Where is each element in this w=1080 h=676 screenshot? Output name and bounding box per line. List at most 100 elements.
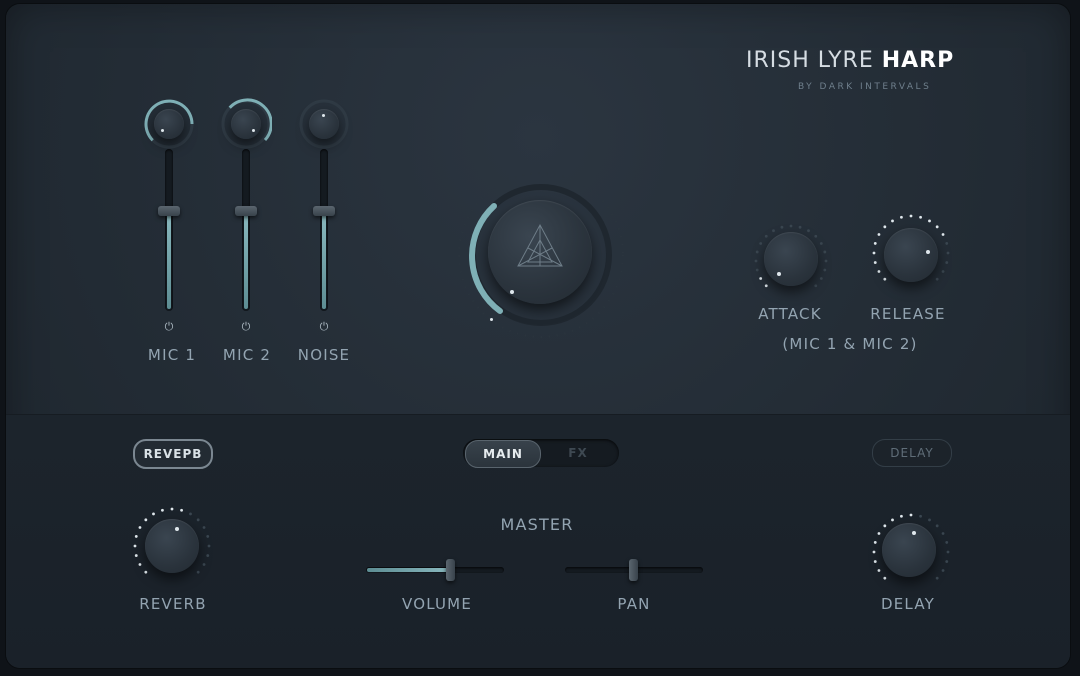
- reverbTicks-dot: [138, 526, 142, 529]
- title-light: IRISH LYRE: [746, 48, 874, 73]
- releaseTicks-dot: [891, 219, 894, 223]
- delayTicks-dot: [928, 518, 931, 522]
- noise-pan-knob[interactable]: [309, 109, 339, 139]
- releaseTicks-dot: [909, 214, 913, 218]
- delay-toggle-button[interactable]: DELAY: [872, 439, 952, 467]
- title-bold: HARP: [881, 48, 955, 73]
- main-knob[interactable]: [488, 200, 592, 304]
- releaseTicks-dot: [941, 270, 945, 273]
- mic2-fader-track[interactable]: [242, 149, 250, 311]
- delayTicks-dot: [945, 541, 949, 544]
- delayTicks-dot: [883, 524, 887, 528]
- noise-fader-handle[interactable]: [313, 206, 335, 216]
- mic1-pan-knob[interactable]: [154, 109, 184, 139]
- reverbTicks-dot: [161, 508, 164, 512]
- attackTicks-dot: [780, 225, 784, 229]
- releaseTicks-dot: [945, 242, 949, 245]
- releaseTicks-dot: [873, 261, 877, 264]
- release-knob[interactable]: [884, 228, 938, 282]
- releaseTicks-dot: [919, 215, 922, 219]
- mic1-label: MIC 1: [147, 346, 197, 364]
- reverbTicks-dot: [189, 512, 192, 516]
- reverbTicks-dot: [206, 535, 210, 538]
- attackTicks-dot: [754, 259, 758, 263]
- delayTicks-dot: [891, 518, 894, 522]
- delayTicks-dot: [883, 576, 887, 580]
- reverbTicks-dot: [134, 554, 138, 557]
- volume-label: VOLUME: [401, 595, 473, 613]
- triangle-logo-icon: [517, 223, 563, 267]
- mic1-fader-handle[interactable]: [158, 206, 180, 216]
- reverbTicks-dot: [144, 570, 148, 574]
- reverb-toggle-button[interactable]: REVEРB: [133, 439, 213, 469]
- delayTicks-dot: [941, 532, 945, 535]
- noise-fader-track[interactable]: [320, 149, 328, 311]
- attackTicks-dot: [789, 224, 793, 228]
- mic1-power-icon[interactable]: ⏻: [165, 320, 174, 334]
- lower-section: REVEРB MAIN FX DELAY REVERB MASTER VOLUM…: [6, 414, 1070, 668]
- envelope-scope-label: (MIC 1 & MIC 2): [782, 335, 918, 353]
- reverbTicks-dot: [202, 526, 206, 529]
- attack-label: ATTACK: [758, 305, 822, 323]
- attackTicks-dot: [764, 284, 768, 288]
- releaseTicks-dot: [935, 277, 939, 281]
- releaseTicks-dot: [935, 225, 939, 229]
- releaseTicks-dot: [883, 277, 887, 281]
- attackTicks-dot: [819, 242, 823, 245]
- reverbTicks-dot: [134, 535, 138, 538]
- attackTicks-dot: [759, 242, 763, 245]
- delayTicks-dot: [941, 569, 945, 572]
- reverbTicks-dot: [144, 518, 148, 522]
- attackTicks-dot: [798, 225, 802, 229]
- releaseTicks-dot: [928, 219, 931, 223]
- releaseTicks-dot: [945, 261, 949, 264]
- attackTicks-dot: [823, 268, 827, 272]
- releaseTicks-dot: [877, 270, 881, 273]
- reverbTicks-dot: [138, 563, 142, 566]
- attack-knob[interactable]: [764, 232, 818, 286]
- delayTicks-dot: [919, 514, 922, 518]
- volume-slider-handle[interactable]: [446, 559, 455, 581]
- releaseTicks-dot: [872, 251, 876, 255]
- attackTicks-dot: [814, 284, 818, 288]
- delayTicks-dot: [909, 513, 913, 517]
- delayTicks-dot: [877, 569, 881, 572]
- mic1-fader-track[interactable]: [165, 149, 173, 311]
- releaseTicks-dot: [900, 215, 903, 219]
- master-label: MASTER: [500, 515, 574, 534]
- reverbTicks-dot: [206, 554, 210, 557]
- attackTicks-dot: [823, 250, 827, 254]
- tab-group: MAIN FX: [463, 439, 619, 468]
- releaseTicks-dot: [946, 251, 950, 255]
- reverbTicks-dot: [170, 507, 174, 511]
- mic2-pan-knob[interactable]: [231, 109, 261, 139]
- pan-slider-handle[interactable]: [629, 559, 638, 581]
- reverbTicks-dot: [152, 512, 155, 516]
- noise-label: NOISE: [297, 346, 351, 364]
- releaseTicks-dot: [941, 233, 945, 236]
- mic2-power-icon[interactable]: ⏻: [242, 320, 251, 334]
- reverb-knob-label: REVERB: [139, 595, 207, 613]
- product-subtitle: BY DARK INTERVALS: [798, 82, 932, 92]
- releaseTicks-dot: [877, 233, 881, 236]
- delayTicks-dot: [872, 550, 876, 554]
- delayTicks-dot: [945, 560, 949, 563]
- attackTicks-dot: [807, 229, 810, 233]
- noise-power-icon[interactable]: ⏻: [320, 320, 329, 334]
- reverbTicks-dot: [180, 508, 183, 512]
- reverb-knob[interactable]: [145, 519, 199, 573]
- delayTicks-dot: [935, 524, 939, 528]
- tab-main[interactable]: MAIN: [465, 440, 541, 468]
- releaseTicks-dot: [873, 242, 877, 245]
- delay-knob[interactable]: [882, 523, 936, 577]
- tab-fx[interactable]: FX: [541, 440, 615, 466]
- volume-slider-track[interactable]: [366, 567, 504, 573]
- attackTicks-dot: [759, 277, 763, 280]
- reverbTicks-dot: [207, 544, 211, 548]
- delayTicks-dot: [877, 532, 881, 535]
- attackTicks-dot: [755, 268, 759, 272]
- attackTicks-dot: [755, 250, 759, 254]
- pan-label: PAN: [617, 595, 651, 613]
- attackTicks-dot: [764, 234, 768, 238]
- mic2-fader-handle[interactable]: [235, 206, 257, 216]
